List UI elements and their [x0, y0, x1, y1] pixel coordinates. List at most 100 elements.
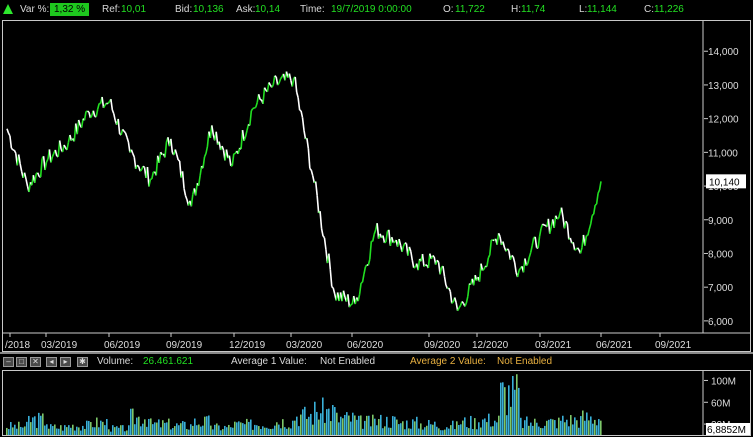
price-segment: [451, 301, 454, 304]
price-tick-label: 11,000: [708, 148, 738, 159]
time-tick-label: 09/2021: [655, 340, 692, 351]
price-segment: [87, 110, 90, 113]
volume-bar: [132, 408, 134, 435]
volume-bar: [512, 375, 514, 435]
volume-bar: [548, 419, 550, 435]
price-segment: [357, 294, 361, 302]
scroll-left-icon[interactable]: ◂: [46, 357, 57, 367]
volume-bar: [474, 418, 476, 435]
price-segment: [164, 142, 168, 158]
volume-bar: [30, 422, 32, 435]
price-segment: [588, 223, 592, 230]
volume-chart[interactable]: 100M60M20M6,8852M: [3, 371, 750, 435]
volume-bar: [142, 423, 144, 435]
volume-bar: [454, 429, 456, 435]
volume-bar: [522, 428, 524, 435]
volume-bar: [256, 425, 258, 435]
minimize-icon[interactable]: –: [3, 357, 14, 367]
volume-bar: [324, 422, 326, 435]
price-segment: [123, 130, 127, 134]
volume-bar: [104, 425, 106, 435]
volume-bar: [530, 422, 532, 435]
volume-bar: [158, 419, 160, 435]
price-segment: [392, 241, 395, 244]
price-segment: [101, 96, 105, 109]
price-segment: [557, 212, 561, 219]
avg2-value: Not Enabled: [497, 356, 553, 367]
time-tick-label: 09/2020: [424, 340, 461, 351]
price-segment: [371, 234, 376, 242]
volume-bar: [450, 425, 452, 435]
price-segment: [205, 146, 209, 154]
volume-bar: [268, 428, 270, 435]
volume-bar: [96, 417, 98, 435]
volume-bar: [564, 422, 566, 435]
price-segment: [511, 254, 514, 258]
restore-icon[interactable]: □: [16, 357, 27, 367]
volume-bar: [536, 422, 538, 435]
volume-bar: [164, 422, 166, 435]
volume-bar: [492, 426, 494, 435]
volume-bar: [534, 418, 536, 435]
price-segment: [25, 178, 29, 187]
price-segment: [28, 182, 32, 193]
volume-bar: [490, 426, 492, 435]
price-segment: [320, 228, 324, 237]
price-segment: [194, 183, 198, 196]
volume-bar: [16, 428, 18, 435]
volume-bar: [236, 422, 238, 435]
volume-bar: [314, 401, 316, 435]
price-chart-panel[interactable]: 14,00013,00012,00011,00010,0009,0008,000…: [2, 20, 751, 352]
price-segment: [579, 247, 583, 254]
volume-bar: [228, 424, 230, 435]
price-segment: [34, 173, 38, 183]
volume-toolbar: – □ ✕ ◂ ▸ ✱ Volume: 26.461.621 Average 1…: [0, 354, 753, 370]
volume-bar: [554, 420, 556, 435]
volume-bar: [246, 418, 248, 435]
volume-chart-panel[interactable]: 100M60M20M6,8852M: [2, 370, 751, 436]
volume-bar: [400, 423, 402, 435]
price-segment: [257, 94, 261, 100]
volume-bar: [118, 427, 120, 435]
price-segment: [237, 147, 241, 154]
volume-bar: [466, 427, 468, 435]
price-chart[interactable]: 14,00013,00012,00011,00010,0009,0008,000…: [3, 21, 750, 351]
price-segment: [448, 287, 452, 292]
volume-bar: [38, 412, 40, 435]
volume-bar: [86, 420, 88, 435]
volume-bar: [42, 413, 44, 435]
price-segment: [23, 172, 27, 180]
volume-bar: [464, 417, 466, 435]
gear-icon[interactable]: ✱: [77, 357, 88, 367]
price-segment: [215, 131, 219, 145]
price-segment: [528, 252, 532, 258]
volume-bar: [88, 420, 90, 435]
volume-label: Volume:: [97, 356, 134, 367]
volume-bar: [326, 409, 328, 435]
volume-bar: [262, 426, 264, 435]
price-segment: [39, 158, 43, 178]
price-segment: [117, 118, 121, 134]
price-segment: [181, 171, 185, 189]
volume-bar: [356, 419, 358, 435]
price-tick-label: 13,000: [708, 81, 739, 92]
high-label: H:: [511, 4, 521, 15]
volume-bar: [64, 425, 66, 435]
close-icon[interactable]: ✕: [30, 357, 41, 367]
volume-bar: [402, 421, 404, 435]
price-segment: [367, 259, 371, 266]
scroll-right-icon[interactable]: ▸: [60, 357, 71, 367]
open-label: O:: [443, 4, 454, 15]
price-segment: [382, 235, 386, 244]
volume-bar: [46, 424, 48, 435]
price-segment: [133, 157, 137, 169]
price-segment: [467, 283, 471, 297]
avg1-value: Not Enabled: [320, 356, 376, 367]
volume-bar: [376, 425, 378, 435]
open-value: 11,722: [455, 4, 485, 15]
volume-bar: [390, 427, 392, 435]
volume-bar: [6, 427, 8, 435]
price-segment: [244, 130, 248, 138]
volume-bar: [292, 420, 294, 435]
price-segment: [183, 188, 187, 196]
